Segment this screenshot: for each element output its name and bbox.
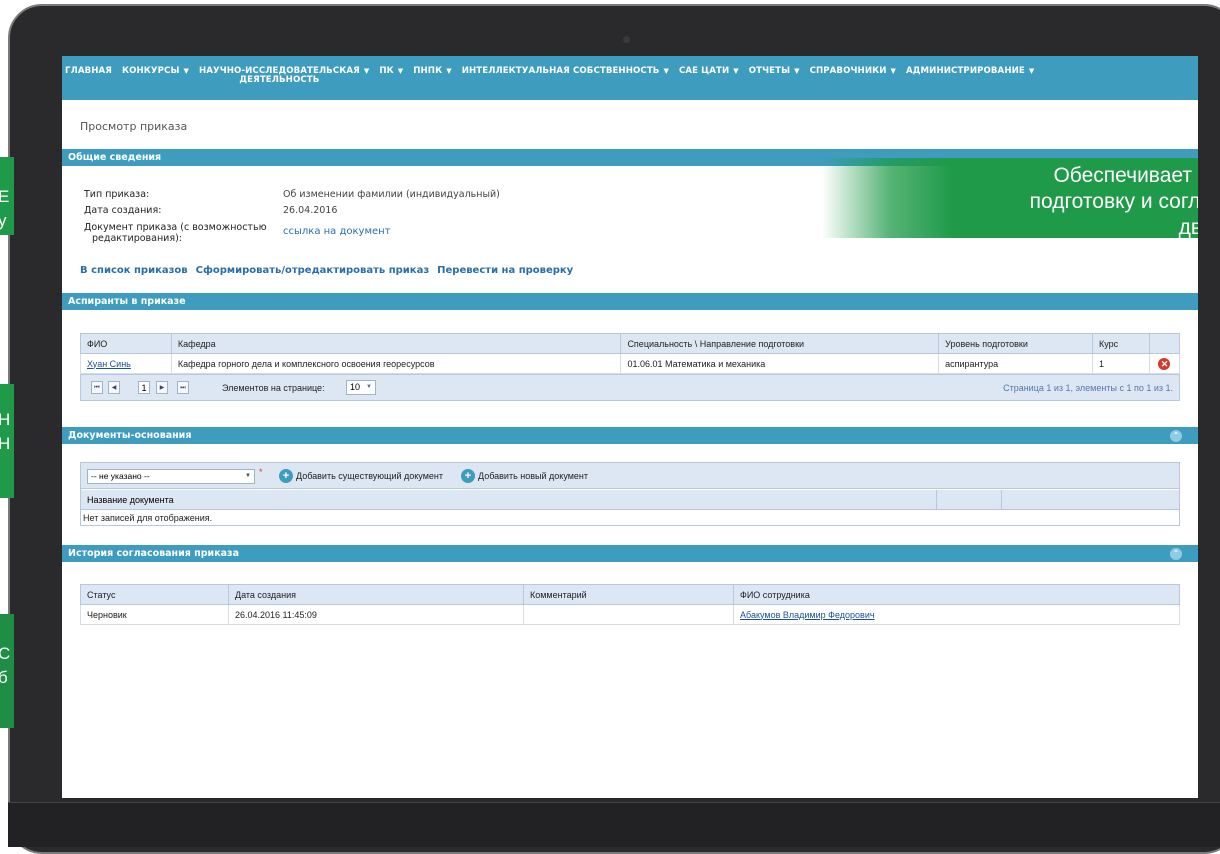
collapse-icon[interactable]: ⌃ [1170, 548, 1182, 560]
column-header[interactable]: Курс [1092, 333, 1150, 354]
student-dept: Кафедра горного дела и комплексного осво… [170, 353, 622, 374]
document-label: Документ приказа (с возможностью редакти… [84, 222, 267, 244]
add-new-document-button[interactable]: + Добавить новый документ [461, 469, 588, 483]
column-header[interactable]: Название документа [87, 495, 174, 505]
history-status: Черновик [80, 604, 229, 625]
documents-panel: -- не указано -- ▼ * + Добавить существующ… [80, 462, 1180, 526]
plus-icon: + [279, 469, 293, 483]
form-edit-link[interactable]: Сформировать/отредактировать приказ [196, 265, 430, 276]
chevron-down-icon: ▼ [890, 67, 897, 75]
created-date-value: 26.04.2016 [283, 205, 338, 216]
column-header[interactable]: Комментарий [523, 584, 734, 605]
nav-item-contests[interactable]: КОНКУРСЫ ▼ [122, 67, 189, 76]
nav-item-admin[interactable]: АДМИНИСТРИРОВАНИЕ ▼ [906, 67, 1034, 76]
column-header[interactable]: ФИО [80, 333, 172, 354]
column-header-actions [936, 490, 1002, 510]
pager-info: Страница 1 из 1, элементы с 1 по 1 из 1. [1003, 383, 1173, 393]
documents-toolbar: -- не указано -- ▼ * + Добавить существующ… [81, 463, 1179, 489]
side-promo-tab-3: Сб [0, 614, 14, 728]
to-list-link[interactable]: В список приказов [80, 265, 188, 276]
section-header-documents: Документы-основания ⌃ [62, 427, 1198, 444]
order-type-label: Тип приказа: [84, 189, 150, 200]
plus-icon: + [461, 469, 475, 483]
chevron-down-icon: ▼ [366, 384, 372, 390]
nav-item-ip[interactable]: ИНТЕЛЛЕКТУАЛЬНАЯ СОБСТВЕННОСТЬ ▼ [462, 67, 669, 76]
column-header[interactable]: Кафедра [170, 333, 622, 354]
promo-banner: Обеспечивает подготовку и согла дв [822, 158, 1198, 239]
history-comment [523, 604, 734, 625]
items-per-page-label: Элементов на странице: [222, 383, 325, 393]
side-promo-tab-2: НН [0, 384, 14, 498]
student-spec: 01.06.01 Математика и механика [620, 353, 940, 374]
nav-item-sae[interactable]: САЕ ЦАТИ ▼ [679, 67, 739, 76]
nav-item-pnpk[interactable]: ПНПК ▼ [413, 67, 452, 76]
document-link[interactable]: ссылка на документ [283, 226, 391, 237]
next-page-icon[interactable]: ▶ [156, 381, 168, 394]
order-type-value: Об изменении фамилии (индивидуальный) [283, 189, 500, 200]
column-header[interactable]: ФИО сотрудника [733, 584, 1180, 605]
last-page-icon[interactable]: ⏭ [177, 381, 189, 394]
add-existing-document-button[interactable]: + Добавить существующий документ [279, 469, 443, 483]
action-links: В список приказов Сформировать/отредакти… [80, 265, 581, 276]
employee-link[interactable]: Абакумов Владимир Федорович [740, 610, 875, 620]
send-review-link[interactable]: Перевести на проверку [437, 265, 573, 276]
section-header-history: История согласования приказа ⌃ [62, 545, 1198, 562]
main-nav: ГЛАВНАЯ КОНКУРСЫ ▼ НАУЧНО-ИССЛЕДОВАТЕЛЬСК… [62, 56, 1198, 100]
page-title: Просмотр приказа [80, 120, 188, 133]
section-header-students: Аспиранты в приказе [62, 293, 1198, 310]
student-course: 1 [1092, 353, 1150, 374]
side-promo-tab-1: Еу [0, 157, 14, 235]
created-date-label: Дата создания: [84, 205, 162, 216]
first-page-icon[interactable]: ⏮ [91, 381, 103, 394]
page-size-select[interactable]: 10 ▼ [346, 380, 376, 395]
chevron-down-icon: ▼ [183, 67, 189, 75]
column-header[interactable]: Специальность \ Направление подготовки [620, 333, 940, 354]
nav-item-reports[interactable]: ОТЧЕТЫ ▼ [749, 67, 800, 76]
delete-icon[interactable]: ✕ [1158, 357, 1171, 370]
chevron-down-icon: ▼ [397, 67, 404, 75]
column-header[interactable]: Уровень подготовки [938, 333, 1093, 354]
student-level: аспирантура [938, 353, 1093, 374]
empty-message: Нет записей для отображения. [83, 513, 213, 523]
chevron-down-icon: ▼ [733, 67, 739, 75]
nav-item-research[interactable]: НАУЧНО-ИССЛЕДОВАТЕЛЬСКАЯ ДЕЯТЕЛЬНОСТЬ ▼ [199, 67, 369, 85]
students-table: ФИО Кафедра Специальность \ Направление … [80, 333, 1181, 374]
laptop-bezel-bottom [8, 802, 1220, 847]
collapse-icon[interactable]: ⌃ [1170, 430, 1182, 442]
documents-table-header: Название документа [81, 490, 1179, 510]
nav-item-references[interactable]: СПРАВОЧНИКИ ▼ [810, 67, 896, 76]
chevron-down-icon: ▼ [363, 67, 370, 75]
required-mark: * [259, 467, 263, 477]
camera-dot [623, 36, 630, 43]
document-select[interactable]: -- не указано -- ▼ [87, 469, 255, 484]
nav-item-pk[interactable]: ПК ▼ [379, 67, 403, 76]
chevron-down-icon: ▼ [663, 67, 669, 75]
table-row: Хуан Синь Кафедра горного дела и комплек… [80, 353, 1181, 374]
column-header[interactable]: Статус [80, 584, 229, 605]
chevron-down-icon: ▼ [794, 67, 800, 75]
table-header-row: Статус Дата создания Комментарий ФИО сот… [80, 584, 1180, 605]
chevron-down-icon: ▼ [446, 67, 452, 75]
students-pager: ⏮ ◀ 1 ▶ ⏭ Элементов на странице: 10 ▼ Стр… [80, 374, 1180, 401]
table-header-row: ФИО Кафедра Специальность \ Направление … [80, 333, 1181, 354]
chevron-down-icon: ▼ [1028, 67, 1035, 75]
column-header-actions [1148, 333, 1181, 354]
page-number[interactable]: 1 [138, 381, 150, 394]
prev-page-icon[interactable]: ◀ [108, 381, 120, 394]
history-date: 26.04.2016 11:45:09 [228, 604, 524, 625]
column-header[interactable]: Дата создания [228, 584, 524, 605]
chevron-down-icon: ▼ [245, 473, 251, 479]
history-table: Статус Дата создания Комментарий ФИО сот… [80, 584, 1180, 625]
app-screen: ГЛАВНАЯ КОНКУРСЫ ▼ НАУЧНО-ИССЛЕДОВАТЕЛЬСК… [62, 56, 1198, 798]
table-row: Черновик 26.04.2016 11:45:09 Абакумов Вл… [80, 604, 1180, 625]
student-name-link[interactable]: Хуан Синь [87, 359, 131, 369]
nav-item-home[interactable]: ГЛАВНАЯ [65, 67, 112, 76]
